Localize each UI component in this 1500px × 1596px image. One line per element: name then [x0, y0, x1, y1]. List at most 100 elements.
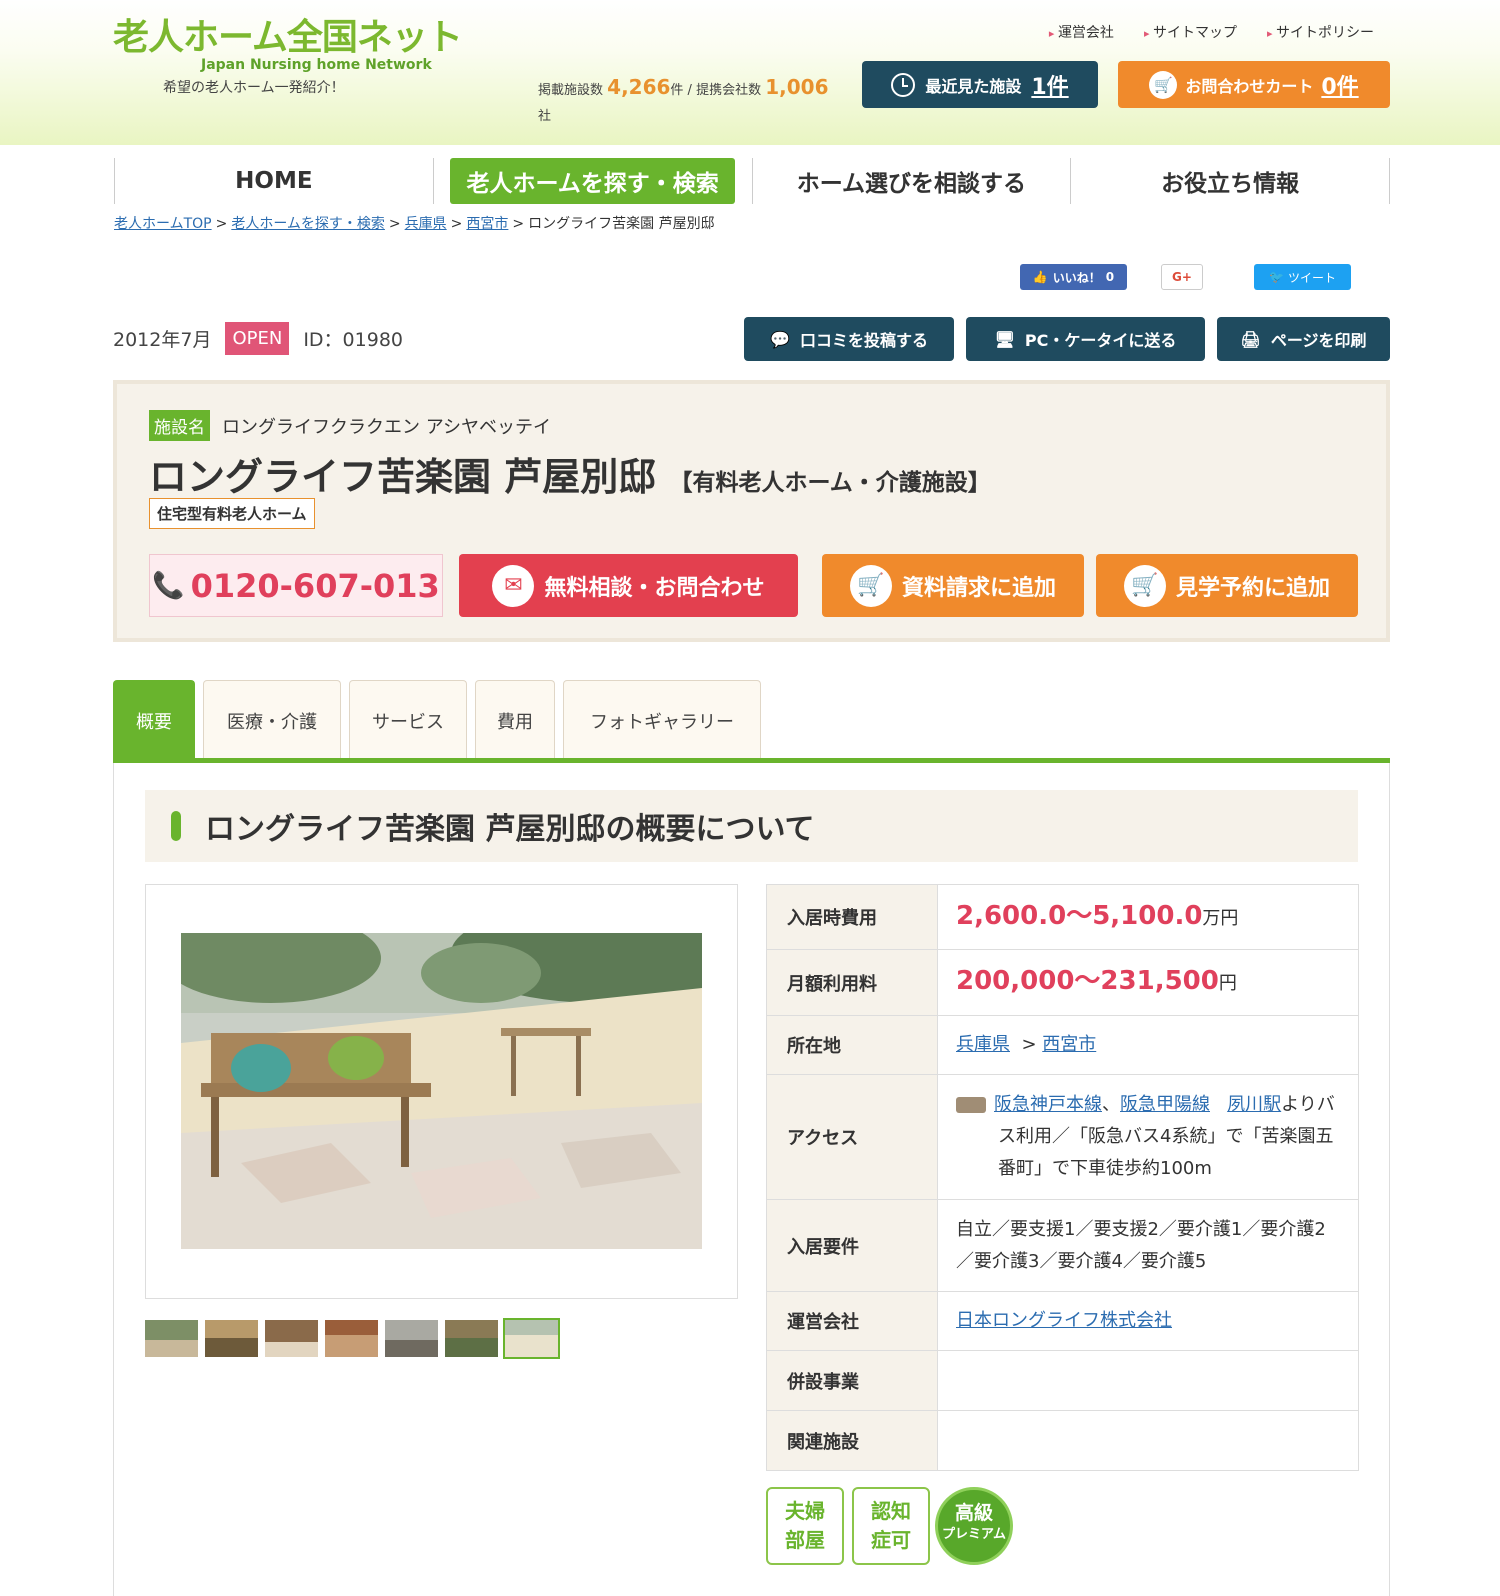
tab-medical-care[interactable]: 医療・介護	[203, 680, 341, 760]
premium-line1: 高級	[954, 1502, 993, 1524]
recent-label: 最近見た施設	[925, 76, 1022, 96]
photo-thumbnail[interactable]	[325, 1320, 378, 1357]
location-pref-link[interactable]: 兵庫県	[956, 1034, 1010, 1055]
couple-room-line1: 夫婦	[785, 1499, 825, 1523]
dementia-ok-line2: 症可	[871, 1528, 911, 1552]
site-header: 老人ホーム全国ネット Japan Nursing home Network 希望…	[0, 0, 1500, 145]
breadcrumb-current: ロングライフ苦楽園 芦屋別邸	[528, 216, 715, 232]
table-row: 運営会社 日本ロングライフ株式会社	[766, 1291, 1359, 1351]
facebook-like-button[interactable]: 👍 いいね！ 0	[1020, 264, 1127, 290]
main-photo[interactable]	[181, 933, 702, 1249]
breadcrumb-pref[interactable]: 兵庫県	[405, 216, 447, 232]
link-sitemap[interactable]: サイトマップ	[1144, 22, 1237, 42]
requirements-value: 自立／要支援1／要支援2／要介護1／要介護2／要介護3／要介護4／要介護5	[937, 1199, 1359, 1292]
post-review-label: 口コミを投稿する	[799, 331, 928, 350]
free-consultation-label: 無料相談・お問合わせ	[544, 575, 765, 601]
section-title: ロングライフ苦楽園 芦屋別邸の概要について	[145, 790, 1358, 862]
tab-overview[interactable]: 概要	[113, 680, 195, 760]
breadcrumb-sep: >	[388, 216, 401, 232]
phone-number-text: 0120-607-013	[190, 566, 440, 605]
facility-count-label: 掲載施設数	[538, 83, 604, 98]
add-document-request-button[interactable]: 🛒 資料請求に追加	[822, 554, 1084, 617]
related-label: 関連施設	[766, 1410, 938, 1471]
recent-count: 1件	[1031, 74, 1069, 100]
breadcrumb-city[interactable]: 西宮市	[466, 216, 508, 232]
access-cell: 阪急神戸本線、阪急甲陽線 夙川駅よりバス利用／「阪急バス4系統」で「苦楽園五番町…	[937, 1074, 1359, 1200]
main-nav: HOME 老人ホームを探す・検索 ホーム選びを相談する お役立ち情報	[114, 158, 1390, 204]
thumbs-up-icon: 👍	[1032, 270, 1048, 284]
photo-thumbnail[interactable]	[265, 1320, 318, 1357]
facility-count-unit: 件 /	[670, 83, 697, 98]
breadcrumb-search[interactable]: 老人ホームを探す・検索	[231, 216, 385, 232]
access-station-link[interactable]: 夙川駅	[1227, 1094, 1281, 1115]
site-tagline: 希望の老人ホーム一発紹介！	[163, 80, 345, 96]
add-visit-reservation-button[interactable]: 🛒 見学予約に追加	[1096, 554, 1358, 617]
printer-icon: 🖨	[1240, 329, 1261, 349]
print-page-button[interactable]: 🖨 ページを印刷	[1217, 317, 1390, 361]
dementia-ok-badge: 認知 症可	[852, 1487, 930, 1565]
location-cell: 兵庫県 > 西宮市	[937, 1015, 1359, 1075]
monitor-icon: 🖥	[994, 329, 1015, 349]
open-date: 2012年7月	[113, 329, 212, 351]
tab-photo-gallery[interactable]: フォトギャラリー	[563, 680, 761, 760]
premium-badge: 高級 プレミアム	[935, 1487, 1013, 1565]
site-logo[interactable]: 老人ホーム全国ネット Japan Nursing home Network 希望…	[113, 16, 463, 96]
tweet-button[interactable]: 🐦 ツイート	[1254, 264, 1351, 290]
nav-consult-label: ホーム選びを相談する	[796, 171, 1027, 197]
location-city-link[interactable]: 西宮市	[1042, 1034, 1096, 1055]
send-to-device-label: PC・ケータイに送る	[1024, 331, 1177, 350]
google-plus-button[interactable]: G+	[1161, 264, 1203, 290]
facility-kana-row: 施設名 ロングライフクラクエン アシヤベッテイ	[149, 410, 551, 441]
print-page-label: ページを印刷	[1270, 331, 1367, 350]
table-row: 関連施設	[766, 1410, 1359, 1471]
photo-thumbnail[interactable]	[145, 1320, 198, 1357]
entry-fee-unit: 万円	[1202, 907, 1239, 929]
inquiry-cart-button[interactable]: 🛒 お問合わせカート 0件	[1118, 61, 1390, 108]
access-line2-link[interactable]: 阪急甲陽線	[1120, 1094, 1210, 1115]
tab-service[interactable]: サービス	[349, 680, 467, 760]
cart-icon: 🛒	[1123, 564, 1166, 607]
facility-subtype-badge: 住宅型有料老人ホーム	[149, 498, 315, 529]
facility-count: 4,266	[607, 75, 671, 99]
link-company[interactable]: 運営会社	[1049, 22, 1114, 42]
requirements-label: 入居要件	[766, 1199, 938, 1292]
related-value	[937, 1410, 1359, 1471]
twitter-bird-icon: 🐦	[1269, 270, 1284, 284]
premium-line2: プレミアム	[941, 1527, 1007, 1542]
tab-service-label: サービス	[372, 711, 444, 733]
post-review-button[interactable]: 💬 口コミを投稿する	[744, 317, 954, 361]
breadcrumb-top[interactable]: 老人ホームTOP	[114, 216, 212, 232]
link-policy[interactable]: サイトポリシー	[1267, 22, 1374, 42]
speech-bubble-icon: 💬	[770, 329, 790, 349]
company-count-unit: 社	[538, 109, 552, 124]
phone-number[interactable]: 📞 0120-607-013	[149, 554, 443, 617]
nav-consult[interactable]: ホーム選びを相談する	[751, 158, 1071, 204]
nav-info[interactable]: お役立ち情報	[1070, 158, 1390, 204]
photo-thumbnail-selected[interactable]	[503, 1318, 560, 1359]
photo-thumbnail[interactable]	[205, 1320, 258, 1357]
entry-fee-value: 2,600.0〜5,100.0	[956, 900, 1203, 931]
access-comma: 、	[1102, 1094, 1120, 1115]
nav-search[interactable]: 老人ホームを探す・検索	[432, 158, 752, 204]
monthly-fee-label: 月額利用料	[766, 949, 938, 1016]
photo-thumbnail[interactable]	[445, 1320, 498, 1357]
recently-viewed-button[interactable]: 最近見た施設 1件	[862, 61, 1098, 108]
operator-link[interactable]: 日本ロングライフ株式会社	[956, 1310, 1172, 1331]
table-row: 併設事業	[766, 1350, 1359, 1411]
cart-count: 0件	[1321, 74, 1359, 100]
company-count-label: 提携会社数	[696, 83, 762, 98]
free-consultation-button[interactable]: ✉ 無料相談・お問合わせ	[459, 554, 798, 617]
tab-medical-care-label: 医療・介護	[227, 711, 317, 733]
like-label: いいね！	[1052, 270, 1101, 285]
facility-name: ロングライフ苦楽園 芦屋別邸 【有料老人ホーム・介護施設】	[149, 446, 991, 501]
nav-home[interactable]: HOME	[114, 158, 433, 204]
access-line1-link[interactable]: 阪急神戸本線	[994, 1094, 1102, 1115]
breadcrumb-sep: >	[512, 216, 525, 232]
add-visit-reservation-label: 見学予約に追加	[1175, 575, 1330, 601]
section-title-text: ロングライフ苦楽園 芦屋別邸の概要について	[205, 812, 815, 847]
tab-photo-gallery-label: フォトギャラリー	[590, 711, 734, 733]
send-to-device-button[interactable]: 🖥 PC・ケータイに送る	[966, 317, 1205, 361]
photo-thumbnail[interactable]	[385, 1320, 438, 1357]
status-badge: OPEN	[225, 322, 290, 355]
tab-cost[interactable]: 費用	[475, 680, 555, 760]
